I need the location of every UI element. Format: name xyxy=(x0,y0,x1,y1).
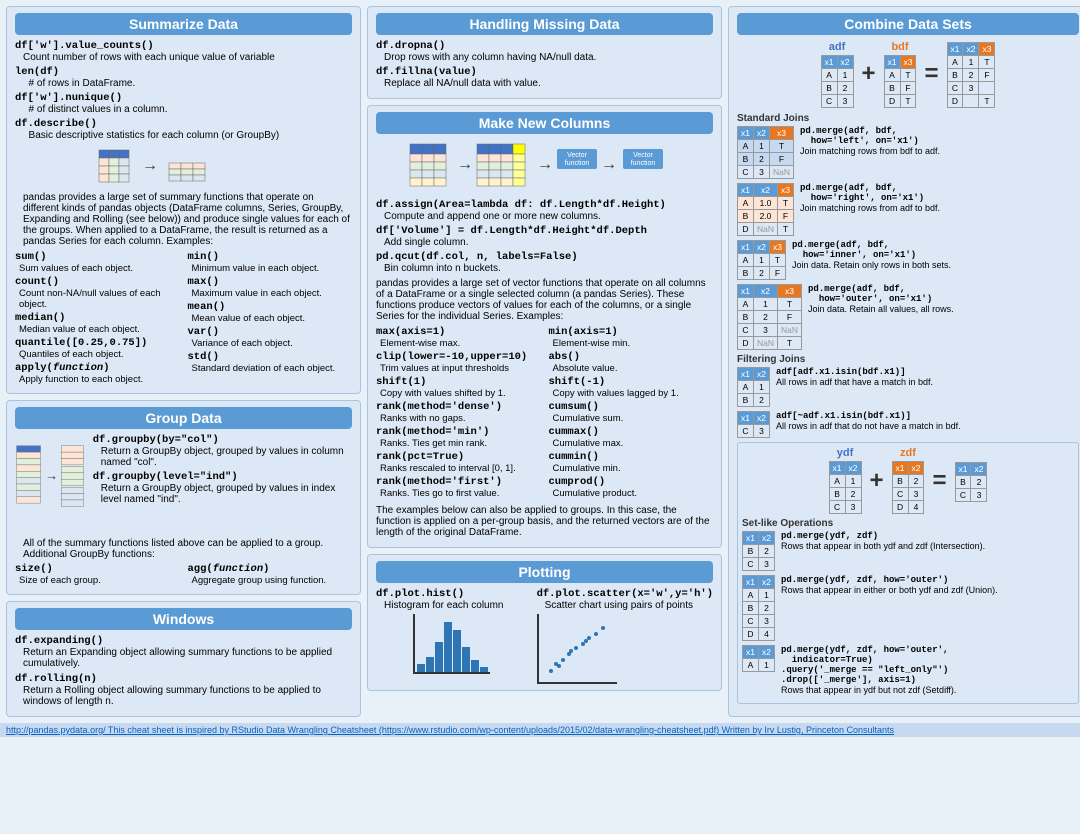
combine-visual-header: adf x1x2 A1 B2 C3 + bdf x1x3 AT BF xyxy=(737,40,1079,108)
combine-title: Combine Data Sets xyxy=(737,13,1079,35)
summarize-body: pandas provides a large set of summary f… xyxy=(23,192,352,247)
group-extra-fns: size() Size of each group. agg(function)… xyxy=(15,563,352,588)
fn-list: sum() Sum values of each object. count()… xyxy=(15,251,352,387)
svg-text:→: → xyxy=(537,156,553,173)
group-note: The examples below can also be applied t… xyxy=(376,505,713,538)
svg-text:→: → xyxy=(601,156,617,173)
vector-text: pandas provides a large set of vector fu… xyxy=(376,278,713,322)
filter-join-not-isin: x1x2 C3 adf[~adf.x1.isin(bdf.x1)] All ro… xyxy=(737,411,1079,438)
filter-join-isin: x1x2 A1 B2 adf[adf.x1.isin(bdf.x1)] All … xyxy=(737,367,1079,407)
plotting-title: Plotting xyxy=(376,561,713,583)
group-visual-area: → df.groupby(by="col") Return a GroupBy … xyxy=(15,434,352,534)
svg-text:function: function xyxy=(630,160,655,167)
svg-text:function: function xyxy=(564,160,589,167)
histogram-visual xyxy=(376,614,527,674)
group-body: All of the summary functions listed abov… xyxy=(23,538,352,560)
group-title: Group Data xyxy=(15,407,352,429)
svg-text:→: → xyxy=(457,156,473,173)
new-cols-panel: Make New Columns xyxy=(367,105,722,548)
svg-text:Vector: Vector xyxy=(633,152,654,159)
fn-describe: df.describe() xyxy=(15,118,352,130)
set-ops-title: Set-like Operations xyxy=(742,518,1074,529)
windows-title: Windows xyxy=(15,608,352,630)
svg-text:→: → xyxy=(45,468,58,483)
join-inner: x1x2x3 A1T B2F pd.merge(adf, bdf, how='i… xyxy=(737,240,1079,280)
footer: http://pandas.pydata.org/ This cheat she… xyxy=(0,723,1080,737)
fn-len-desc: # of rows in DataFrame. xyxy=(23,78,352,89)
fn-value-counts-desc: Count number of rows with each unique va… xyxy=(23,52,352,63)
windows-panel: Windows df.expanding() Return an Expandi… xyxy=(6,601,361,717)
svg-text:Vector: Vector xyxy=(567,152,588,159)
set-intersect: x1x2 B2 C3 pd.merge(ydf, zdf) Rows that … xyxy=(742,531,1074,571)
missing-panel: Handling Missing Data df.dropna() Drop r… xyxy=(367,6,722,99)
fn-nunique-desc: # of distinct values in a column. xyxy=(23,104,352,115)
summarize-panel: Summarize Data df['w'].value_counts() Co… xyxy=(6,6,361,394)
plotting-content: df.plot.hist() Histogram for each column xyxy=(376,588,713,684)
standard-joins-title: Standard Joins xyxy=(737,113,1079,124)
plotting-panel: Plotting df.plot.hist() Histogram for ea… xyxy=(367,554,722,691)
fn-describe-desc: Basic descriptive statistics for each co… xyxy=(23,130,352,141)
set-union: x1x2 A1 B2 C3 D4 pd.merge(ydf, zdf, how=… xyxy=(742,575,1074,641)
summarize-visual: → xyxy=(15,145,352,188)
join-outer: x1x2x3 A1T B2F C3NaN DNaNT pd.merge(adf,… xyxy=(737,284,1079,350)
set-ops-header: ydf x1x2 A1 B2 C3 + zdf x1x2 B2 xyxy=(742,447,1074,514)
scatter-visual xyxy=(537,614,617,684)
set-diff: x1x2 A1 pd.merge(ydf, zdf, how='outer', … xyxy=(742,645,1074,695)
fn-value-counts: df['w'].value_counts() xyxy=(15,40,352,52)
vector-fn-list: max(axis=1) Element-wise max. clip(lower… xyxy=(376,326,713,501)
combine-panel: Combine Data Sets adf x1x2 A1 B2 C3 + bd… xyxy=(728,6,1080,717)
join-right: x1x2x3 A1.0T B2.0F DNaNT pd.merge(adf, b… xyxy=(737,183,1079,236)
fn-nunique: df['w'].nunique() xyxy=(15,92,352,104)
filtering-joins-title: Filtering Joins xyxy=(737,354,1079,365)
missing-title: Handling Missing Data xyxy=(376,13,713,35)
new-cols-title: Make New Columns xyxy=(376,112,713,134)
new-cols-visual: → xyxy=(376,139,713,194)
summarize-title: Summarize Data xyxy=(15,13,352,35)
join-left: x1x2x3 A1T B2F C3NaN pd.merge(adf, bdf, … xyxy=(737,126,1079,179)
fn-len: len(df) xyxy=(15,66,352,78)
group-panel: Group Data → xyxy=(6,400,361,595)
svg-text:→: → xyxy=(142,157,158,174)
set-ops-section: ydf x1x2 A1 B2 C3 + zdf x1x2 B2 xyxy=(737,442,1079,704)
